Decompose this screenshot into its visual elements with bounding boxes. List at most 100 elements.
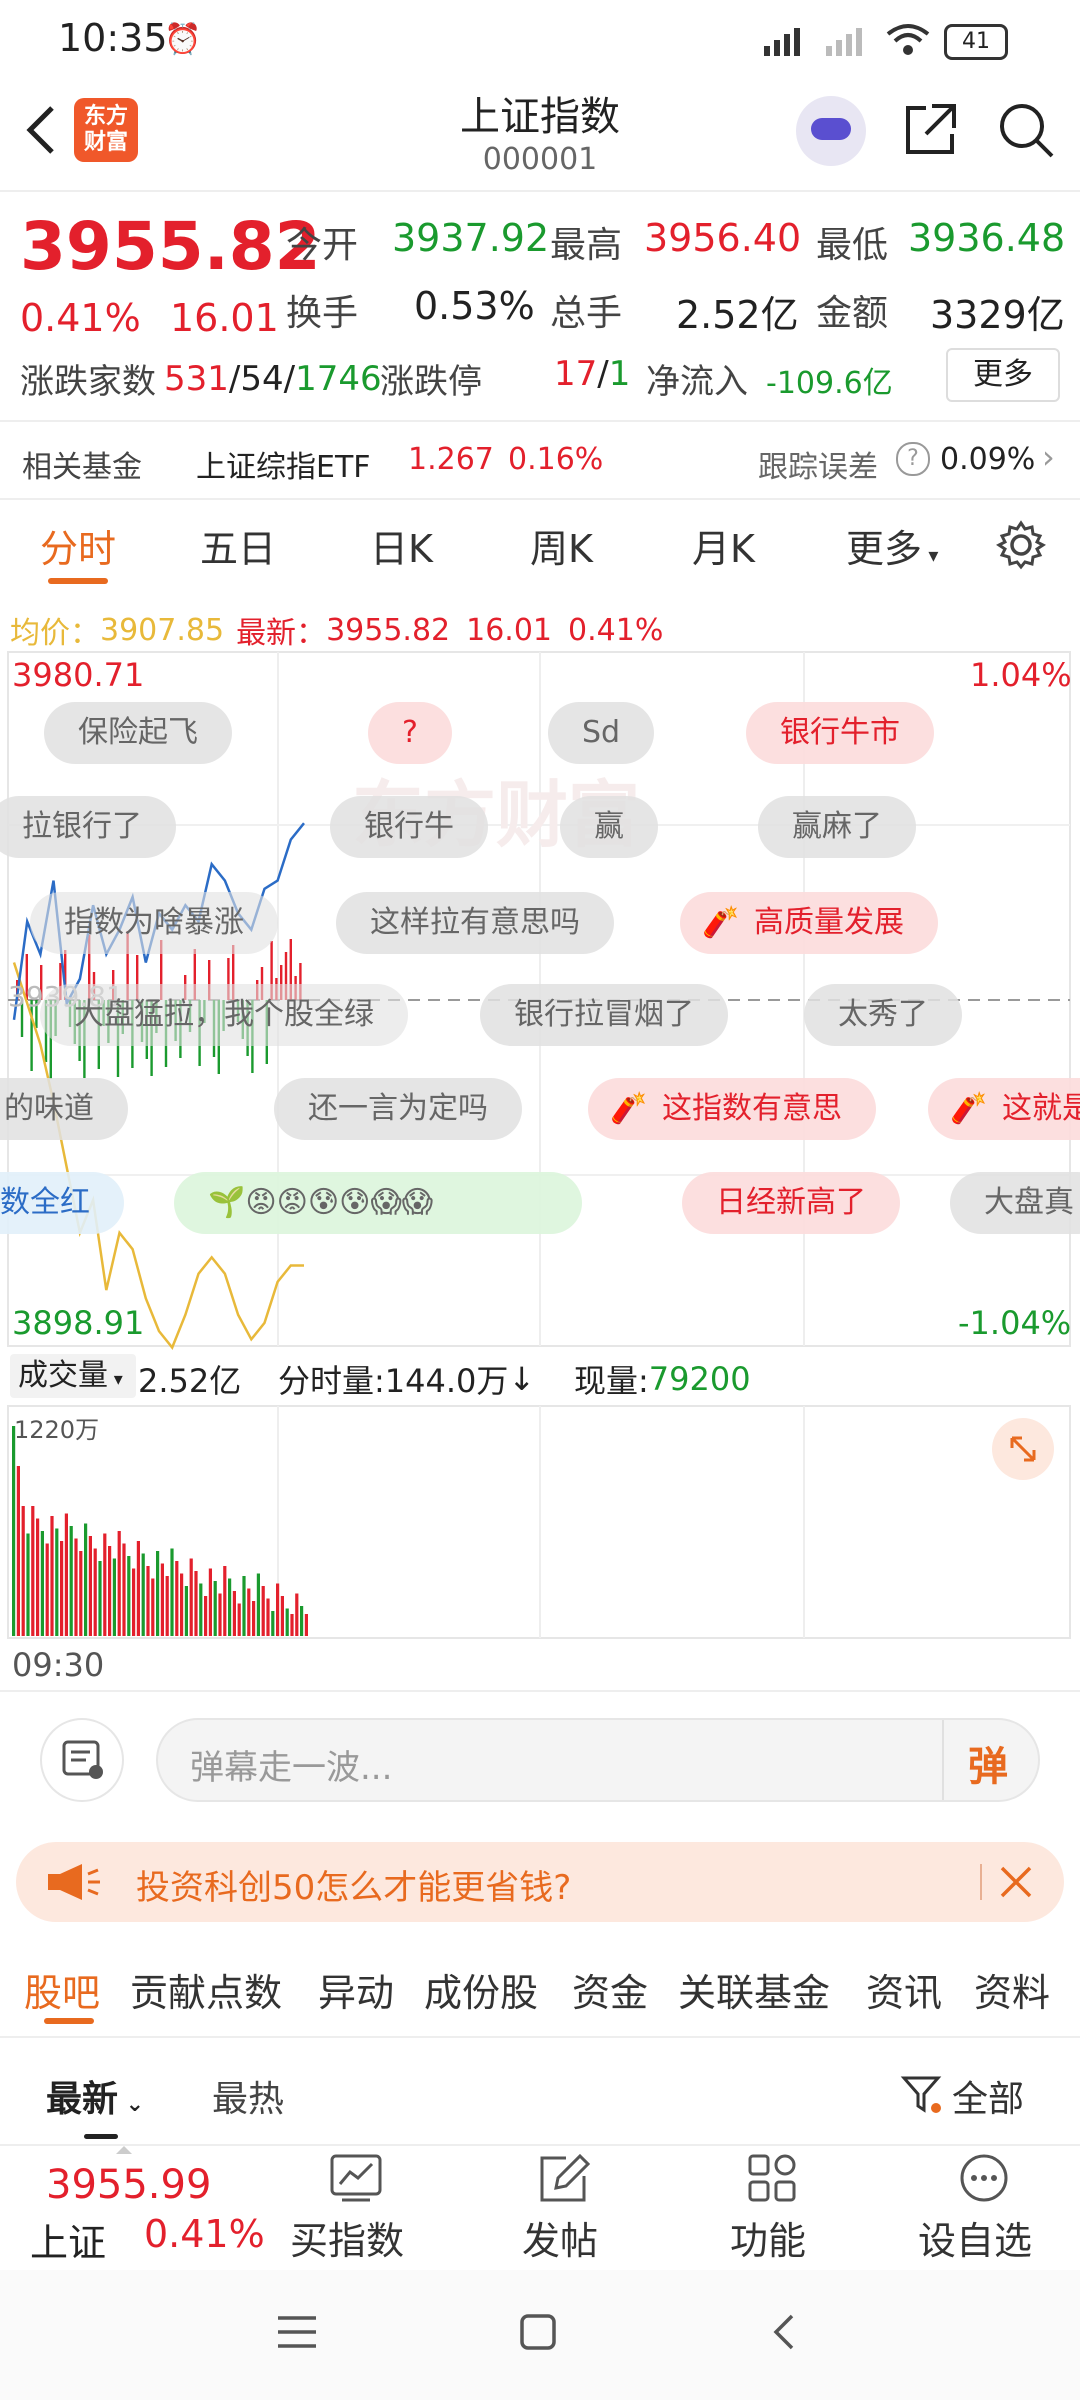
- tab-monthly-k[interactable]: 月K: [692, 518, 755, 573]
- back-nav-icon[interactable]: [764, 2310, 804, 2354]
- tab-intraday[interactable]: 分时: [40, 518, 116, 573]
- danmaku-item[interactable]: 指数为啥暴涨: [30, 892, 278, 954]
- danmaku-item[interactable]: 这样拉有意思吗: [336, 892, 614, 954]
- volume-bar: [208, 1568, 212, 1636]
- volume-bar: [151, 1578, 155, 1636]
- robot-avatar-icon[interactable]: [796, 96, 866, 166]
- volume-bar: [170, 1548, 174, 1636]
- danmaku-item[interactable]: 的味道: [0, 1078, 128, 1140]
- volume-bar: [232, 1591, 236, 1636]
- alarm-icon: ⏰: [164, 22, 202, 57]
- tab-5day[interactable]: 五日: [200, 518, 276, 573]
- status-bar: 10:35 ⏰ 41: [0, 0, 1080, 80]
- tab-related-funds[interactable]: 关联基金: [678, 1962, 830, 2017]
- post-button[interactable]: 发帖: [522, 2150, 612, 2270]
- amount-value: 3329亿: [930, 293, 1065, 337]
- fund-name[interactable]: 上证综指ETF: [196, 442, 371, 486]
- search-icon[interactable]: [996, 100, 1056, 160]
- ad-banner[interactable]: 投资科创50怎么才能更省钱?: [16, 1842, 1064, 1922]
- volume-bar: [21, 1506, 25, 1636]
- tab-more[interactable]: 更多 ▾: [846, 518, 938, 573]
- time-start-label: 09:30: [12, 1646, 105, 1684]
- volume-bar: [26, 1533, 30, 1636]
- volume-bar: [93, 1548, 97, 1636]
- divider: [0, 190, 1080, 192]
- settings-icon[interactable]: [996, 520, 1046, 570]
- danmaku-item[interactable]: 银行拉冒烟了: [480, 984, 728, 1046]
- danmaku-item[interactable]: 🧨 这指数有意思: [588, 1078, 876, 1140]
- danmaku-item[interactable]: 🧨 这就是: [928, 1078, 1080, 1140]
- danmaku-item[interactable]: ?: [368, 702, 452, 764]
- bottom-caret-icon: [116, 2146, 132, 2154]
- danmaku-item[interactable]: 赢麻了: [758, 796, 916, 858]
- high-label: 最高: [550, 225, 623, 266]
- grid-icon: [748, 2154, 796, 2202]
- more-button[interactable]: 更多: [946, 348, 1060, 402]
- danmaku-item[interactable]: 银行牛: [330, 796, 488, 858]
- danmaku-item[interactable]: 大盘真: [950, 1172, 1080, 1234]
- tab-funds[interactable]: 资金: [572, 1962, 648, 2017]
- expand-icon[interactable]: [992, 1418, 1054, 1480]
- sort-latest[interactable]: 最新 ⌄: [46, 2070, 144, 2122]
- fund-pct: 0.16%: [508, 442, 604, 477]
- danmaku-item[interactable]: 拉银行了: [0, 796, 176, 858]
- tab-contribution[interactable]: 贡献点数: [130, 1962, 282, 2017]
- tab-weekly-k[interactable]: 周K: [530, 518, 593, 573]
- tab-daily-k[interactable]: 日K: [370, 518, 433, 573]
- filter-icon[interactable]: [900, 2072, 944, 2116]
- function-button[interactable]: 功能: [730, 2150, 820, 2270]
- volume-bar: [146, 1566, 150, 1636]
- danmaku-item[interactable]: 赢: [560, 796, 658, 858]
- danmaku-item[interactable]: 保险起飞: [44, 702, 232, 764]
- volume-bar: [16, 1466, 20, 1636]
- danmaku-item[interactable]: 🧨 高质量发展: [680, 892, 938, 954]
- help-icon[interactable]: ?: [896, 442, 930, 476]
- volume-bar: [247, 1588, 251, 1636]
- share-icon[interactable]: [902, 100, 960, 158]
- volume-chart[interactable]: [0, 1404, 1080, 1640]
- filter-all[interactable]: 全部: [952, 2070, 1024, 2122]
- fund-label: 相关基金: [22, 450, 142, 485]
- megaphone-icon: [48, 1864, 100, 1900]
- add-watchlist-button[interactable]: 设自选: [918, 2150, 1050, 2270]
- danmaku-input[interactable]: 弹幕走一波... 弹: [156, 1718, 1040, 1802]
- danmaku-item[interactable]: 银行牛市: [746, 702, 934, 764]
- volume-selector[interactable]: 成交量 ▾: [10, 1354, 136, 1398]
- volume-bar: [290, 1614, 294, 1636]
- function-label: 功能: [730, 2219, 807, 2263]
- signal-2-icon: [826, 28, 862, 56]
- danmaku-item[interactable]: Sd: [548, 702, 655, 764]
- divider: [0, 498, 1080, 500]
- buy-index-button[interactable]: 买指数: [290, 2150, 422, 2270]
- tab-movement[interactable]: 异动: [318, 1962, 394, 2017]
- danmaku-emoji-item[interactable]: 🌱😡😡😰😰😱😱: [174, 1172, 582, 1234]
- danmaku-item[interactable]: 太秀了: [804, 984, 962, 1046]
- volume-bar: [300, 1606, 304, 1636]
- tab-guba[interactable]: 股吧: [24, 1962, 100, 2017]
- close-icon[interactable]: [998, 1864, 1034, 1900]
- volume-bar: [242, 1576, 246, 1636]
- edit-icon: [540, 2153, 591, 2202]
- related-fund-row[interactable]: 相关基金 上证综指ETF 1.267 0.16% 跟踪误差 ? 0.09% ›: [0, 422, 1080, 498]
- menu-icon[interactable]: [274, 2312, 320, 2352]
- volume-bar: [266, 1598, 270, 1636]
- tab-indicator: [44, 2018, 94, 2024]
- sort-hot[interactable]: 最热: [212, 2070, 284, 2122]
- tab-profile[interactable]: 资料: [974, 1962, 1050, 2017]
- danmaku-settings-button[interactable]: [40, 1718, 124, 1802]
- danmaku-item[interactable]: 大盘猛拉，我个股全绿: [40, 984, 408, 1046]
- volume-bar: [280, 1596, 284, 1636]
- danmaku-item[interactable]: 数全红: [0, 1172, 124, 1234]
- bottom-price[interactable]: 3955.99: [46, 2162, 211, 2208]
- tab-constituents[interactable]: 成份股: [424, 1962, 538, 2017]
- danmaku-item[interactable]: 日经新高了: [682, 1172, 900, 1234]
- wifi-icon: [886, 24, 930, 55]
- tab-news[interactable]: 资讯: [866, 1962, 942, 2017]
- volume-bar: [256, 1573, 260, 1636]
- sort-indicator: [84, 2134, 118, 2139]
- volume-bar: [122, 1543, 126, 1636]
- volume-bar: [237, 1603, 241, 1636]
- home-icon[interactable]: [516, 2310, 560, 2354]
- danmaku-item[interactable]: 还一言为定吗: [274, 1078, 522, 1140]
- danmaku-toggle-button[interactable]: 弹: [968, 1734, 1008, 1792]
